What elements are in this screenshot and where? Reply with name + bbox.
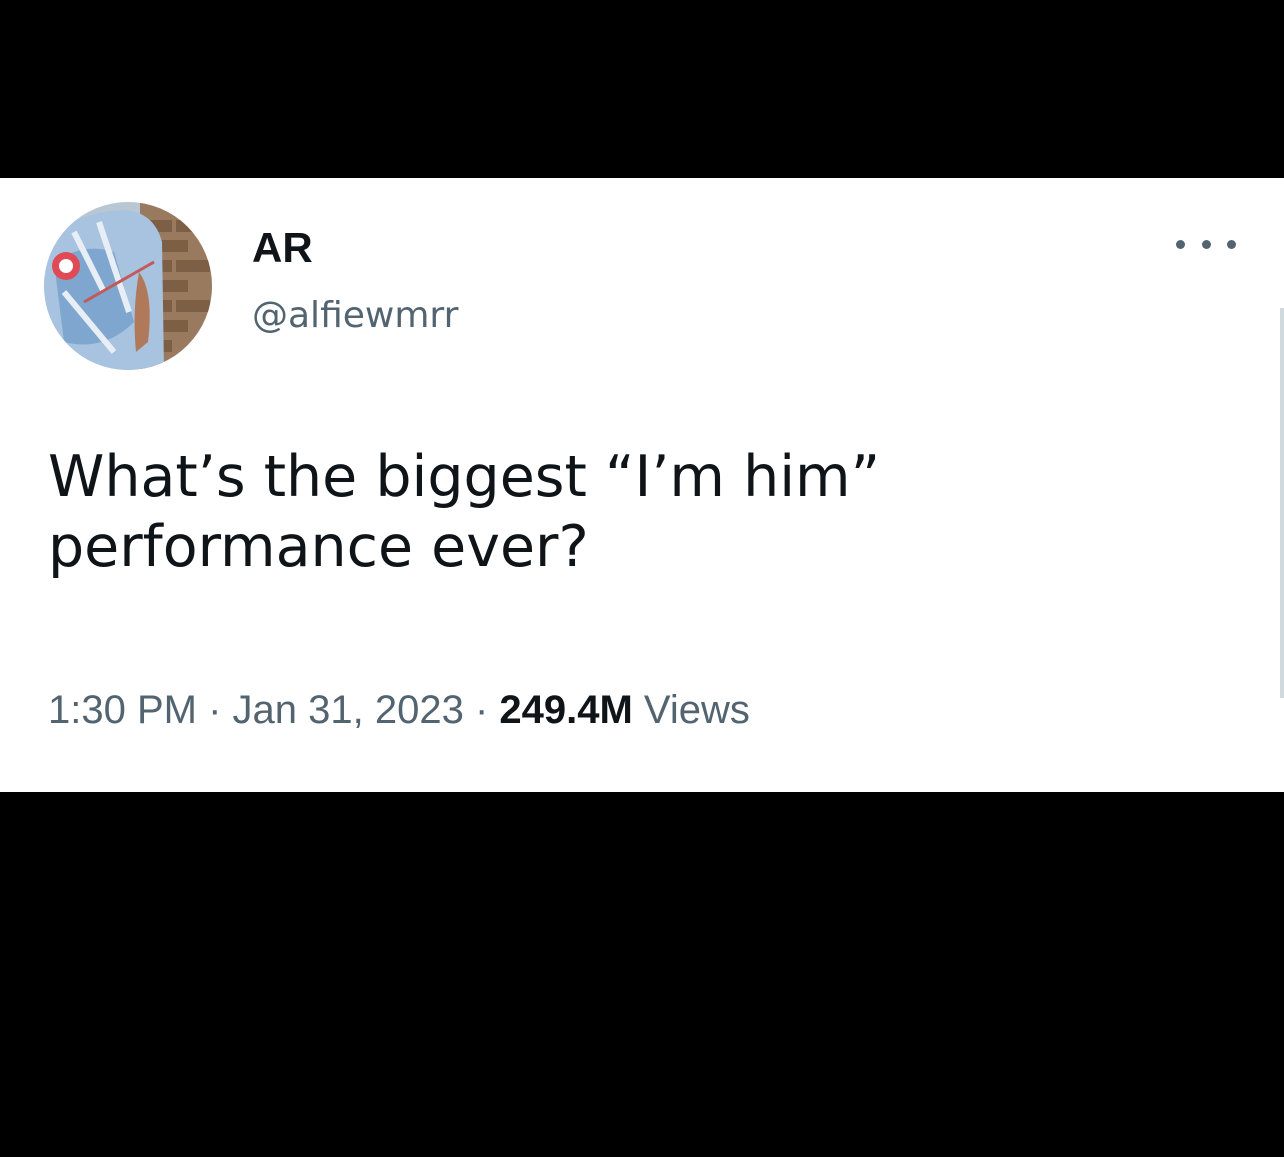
tweet-text-line: performance ever? bbox=[48, 514, 589, 580]
more-horizontal-icon-dot bbox=[1201, 239, 1211, 249]
profile-photo-icon bbox=[44, 202, 212, 370]
more-options-button[interactable] bbox=[1176, 230, 1236, 258]
more-horizontal-icon-dot bbox=[1227, 239, 1236, 249]
tweet-date[interactable]: Jan 31, 2023 bbox=[233, 688, 464, 732]
user-handle[interactable]: @alfiewmrr bbox=[252, 294, 458, 338]
views-count[interactable]: 249.4M bbox=[499, 688, 632, 732]
meta-separator: · bbox=[196, 688, 233, 732]
views-label: Views bbox=[643, 688, 750, 732]
tweet-card[interactable]: AR @alfiewmrr What’s the biggest “I’m hi… bbox=[0, 178, 1284, 792]
more-horizontal-icon bbox=[1176, 239, 1185, 249]
tweet-text-line: What’s the biggest “I’m him” bbox=[48, 444, 881, 510]
tweet-text: What’s the biggest “I’m him” performance… bbox=[48, 442, 1228, 582]
tweet-time[interactable]: 1:30 PM bbox=[48, 688, 197, 732]
meta-separator: · bbox=[463, 688, 500, 732]
card-edge-divider bbox=[1280, 308, 1284, 698]
display-name[interactable]: AR bbox=[252, 224, 313, 272]
avatar[interactable] bbox=[44, 202, 212, 370]
tweet-meta: 1:30 PM · Jan 31, 2023 · 249.4M Views bbox=[48, 684, 750, 736]
